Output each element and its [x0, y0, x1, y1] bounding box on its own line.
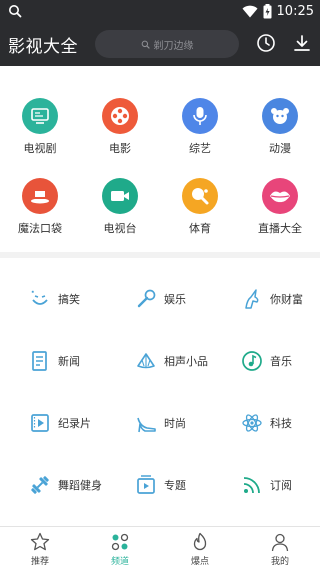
- star-icon: [30, 532, 50, 551]
- channel-label: 时尚: [164, 417, 186, 430]
- category-panel: 电视剧 电影 综艺 动漫 魔法口袋 电视台 体育 直播大全: [0, 66, 320, 252]
- category-variety[interactable]: 综艺: [160, 84, 240, 164]
- channel-documentary[interactable]: 纪录片: [0, 392, 106, 454]
- microphone-icon: [182, 98, 218, 134]
- channel-subscribe[interactable]: 订阅: [212, 454, 318, 516]
- tab-label: 我的: [270, 557, 289, 567]
- fan-icon: [134, 349, 158, 373]
- flame-icon: [193, 532, 207, 551]
- category-label: 电影: [109, 142, 131, 155]
- channel-panel: 搞笑 娱乐 你财富 新闻 相声小品 音乐 纪录片 时尚 科技 舞蹈健身 专题 订…: [0, 258, 320, 526]
- search-input[interactable]: 剃刀边缘: [95, 30, 239, 58]
- atom-icon: [240, 411, 264, 435]
- category-magic-pocket[interactable]: 魔法口袋: [0, 164, 80, 244]
- tab-label: 频道: [110, 557, 129, 567]
- tab-recommend[interactable]: 推荐: [0, 527, 80, 569]
- tv-icon: [22, 98, 58, 134]
- category-label: 体育: [189, 222, 211, 235]
- search-icon: [141, 40, 150, 49]
- bottom-tab-bar: 推荐 频道 爆点 我的: [0, 526, 320, 569]
- channel-fashion[interactable]: 时尚: [106, 392, 212, 454]
- channel-label: 相声小品: [164, 355, 208, 368]
- download-icon[interactable]: [292, 33, 312, 53]
- tab-mine[interactable]: 我的: [240, 527, 320, 569]
- unicorn-icon: [240, 287, 264, 311]
- category-sports[interactable]: 体育: [160, 164, 240, 244]
- tab-channels[interactable]: 频道: [80, 527, 160, 569]
- channel-label: 科技: [270, 417, 292, 430]
- funny-face-icon: [28, 287, 52, 311]
- topic-icon: [134, 473, 158, 497]
- channel-label: 你财富: [270, 293, 303, 306]
- channel-label: 搞笑: [58, 293, 80, 306]
- category-label: 直播大全: [258, 222, 302, 235]
- channel-tech[interactable]: 科技: [212, 392, 318, 454]
- film-reel-icon: [102, 98, 138, 134]
- category-label: 动漫: [269, 142, 291, 155]
- category-anime[interactable]: 动漫: [240, 84, 320, 164]
- category-tv-station[interactable]: 电视台: [80, 164, 160, 244]
- channel-label: 新闻: [58, 355, 80, 368]
- category-tv-series[interactable]: 电视剧: [0, 84, 80, 164]
- history-clock-icon[interactable]: [256, 33, 276, 53]
- ping-pong-icon: [182, 178, 218, 214]
- category-label: 电视剧: [23, 142, 57, 155]
- music-icon: [240, 349, 264, 373]
- channel-topic[interactable]: 专题: [106, 454, 212, 516]
- person-icon: [271, 533, 289, 552]
- category-label: 电视台: [103, 222, 137, 235]
- channel-funny[interactable]: 搞笑: [0, 268, 106, 330]
- magic-hat-icon: [22, 178, 58, 214]
- search-icon: [9, 5, 22, 18]
- battery-icon: [263, 3, 272, 18]
- camera-icon: [102, 178, 138, 214]
- search-placeholder: 剃刀边缘: [153, 40, 194, 52]
- channel-label: 舞蹈健身: [58, 479, 102, 492]
- channel-entertainment[interactable]: 娱乐: [106, 268, 212, 330]
- channel-crosstalk[interactable]: 相声小品: [106, 330, 212, 392]
- category-movie[interactable]: 电影: [80, 84, 160, 164]
- tab-hot[interactable]: 爆点: [160, 527, 240, 569]
- news-icon: [28, 349, 52, 373]
- high-heel-icon: [134, 411, 158, 435]
- documentary-icon: [28, 411, 52, 435]
- tab-label: 爆点: [190, 557, 209, 567]
- microphone-icon: [134, 287, 158, 311]
- app-title: 影视大全: [8, 37, 78, 57]
- channel-label: 音乐: [270, 355, 292, 368]
- channel-wealth[interactable]: 你财富: [212, 268, 318, 330]
- lips-icon: [262, 178, 298, 214]
- channel-news[interactable]: 新闻: [0, 330, 106, 392]
- channel-label: 纪录片: [58, 417, 91, 430]
- dumbbell-icon: [28, 473, 52, 497]
- app-header: 影视大全 剃刀边缘: [0, 22, 320, 66]
- wifi-icon: [242, 5, 258, 17]
- rss-icon: [240, 473, 264, 497]
- channel-label: 订阅: [270, 479, 292, 492]
- category-label: 综艺: [189, 142, 211, 155]
- channel-label: 专题: [164, 479, 186, 492]
- category-label: 魔法口袋: [18, 222, 62, 235]
- category-live[interactable]: 直播大全: [240, 164, 320, 244]
- tab-label: 推荐: [30, 557, 49, 567]
- cartoon-icon: [262, 98, 298, 134]
- status-bar: 10:25: [0, 0, 320, 22]
- channel-music[interactable]: 音乐: [212, 330, 318, 392]
- status-time: 10:25: [276, 3, 314, 19]
- grid-dots-icon: [111, 533, 129, 551]
- channel-dance-fitness[interactable]: 舞蹈健身: [0, 454, 106, 516]
- channel-label: 娱乐: [164, 293, 186, 306]
